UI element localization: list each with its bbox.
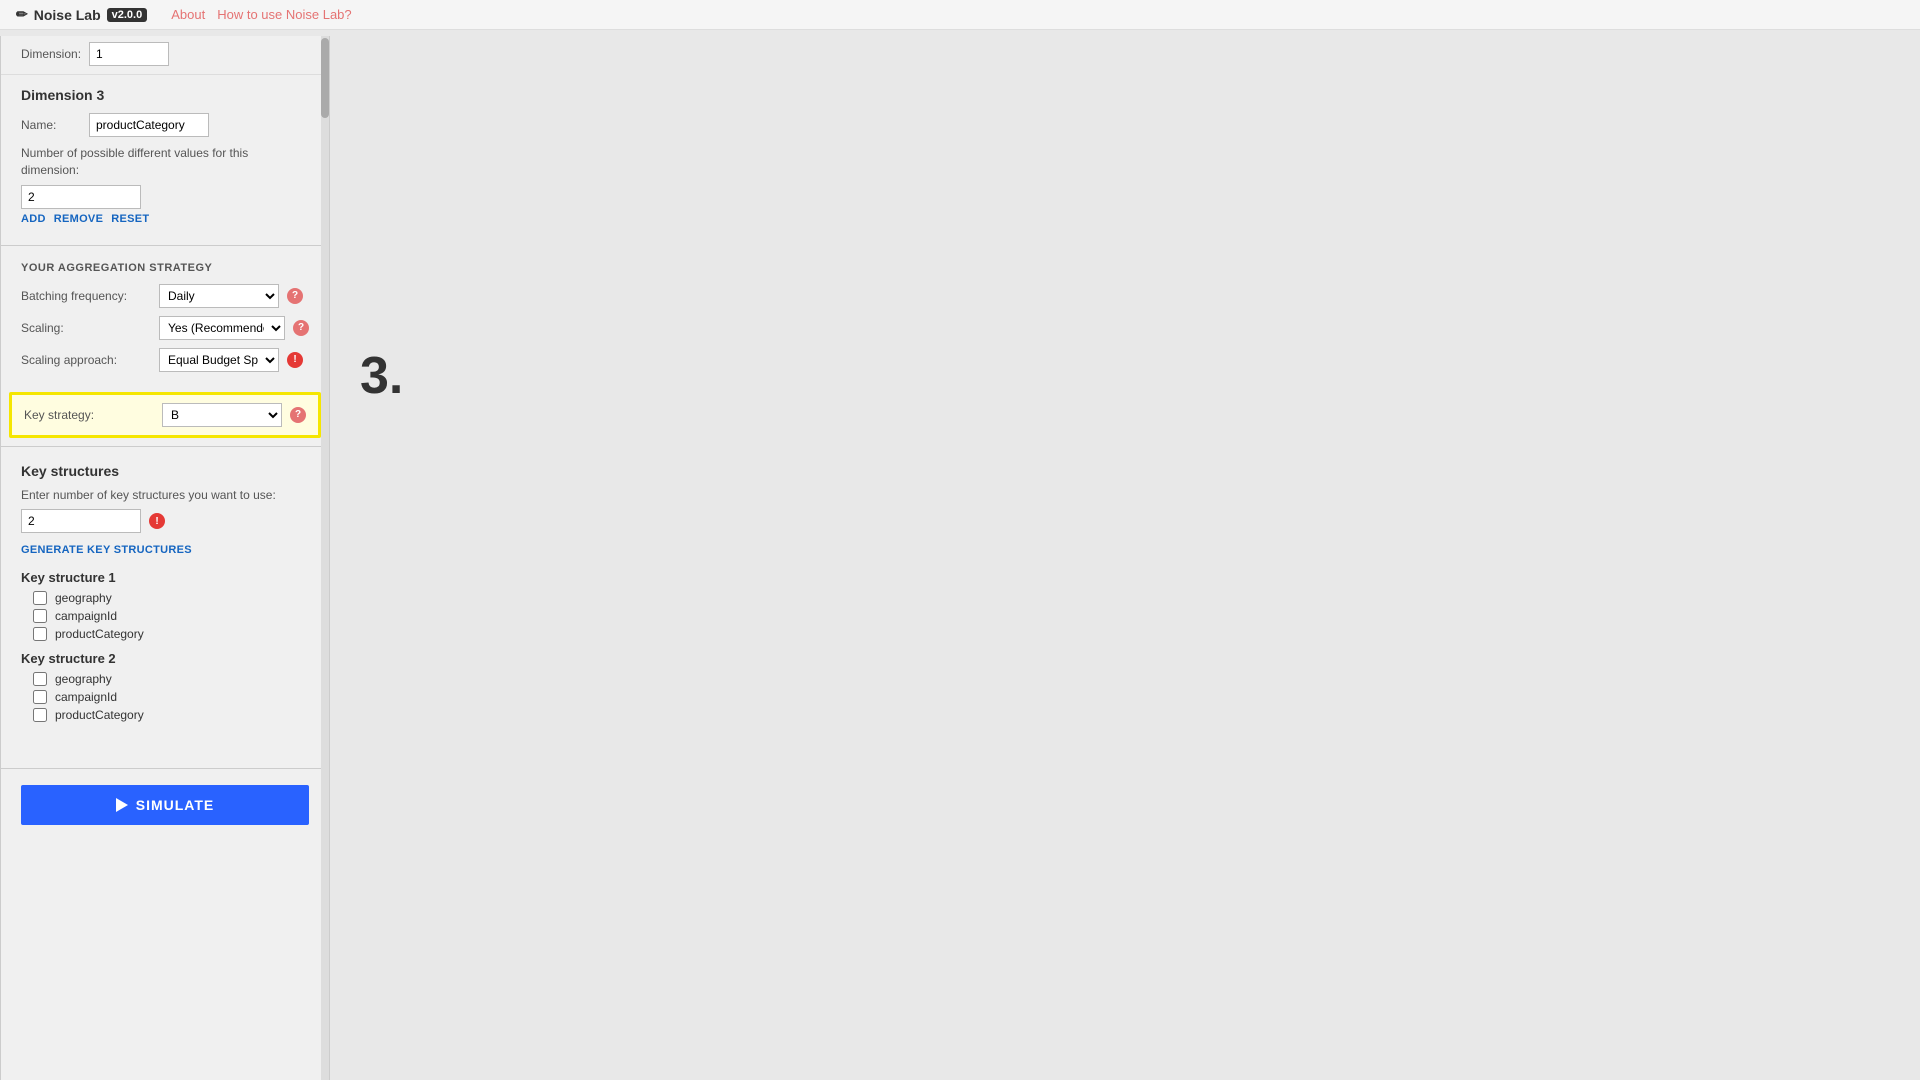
panel-container: Dimension: Dimension 3 Name: Number of p… <box>0 36 330 1080</box>
key-structures-section: Key structures Enter number of key struc… <box>1 451 329 745</box>
remove-button[interactable]: REMOVE <box>54 213 103 225</box>
key-structures-count-row: ! <box>21 509 309 533</box>
right-area: 3. <box>330 36 1920 1080</box>
simulate-button[interactable]: SIMULATE <box>21 785 309 825</box>
scrollbar-track[interactable] <box>321 36 329 1080</box>
dimension3-count-input[interactable] <box>21 185 141 209</box>
dimension-top-input[interactable] <box>89 42 169 66</box>
ks2-productcategory-label: productCategory <box>55 708 144 722</box>
key-structures-count-input[interactable] <box>21 509 141 533</box>
key-structures-count-label: Enter number of key structures you want … <box>21 487 309 504</box>
pencil-icon: ✏ <box>16 6 28 23</box>
scaling-approach-row: Scaling approach: Equal Budget Split Cus… <box>21 348 309 372</box>
dimension3-name-input[interactable] <box>89 113 209 137</box>
scaling-approach-help-icon[interactable]: ! <box>287 352 303 368</box>
reset-button[interactable]: RESET <box>111 213 149 225</box>
batching-help-icon[interactable]: ? <box>287 288 303 304</box>
scaling-help-icon[interactable]: ? <box>293 320 309 336</box>
dimension3-count-block: Number of possible different values for … <box>21 145 309 209</box>
ks2-productcategory-row: productCategory <box>21 708 309 722</box>
key-strategy-select[interactable]: A B C <box>162 403 282 427</box>
key-structures-help-icon[interactable]: ! <box>149 513 165 529</box>
ks1-geography-checkbox[interactable] <box>33 591 47 605</box>
key-structures-count-block: Enter number of key structures you want … <box>21 487 309 534</box>
add-button[interactable]: ADD <box>21 213 46 225</box>
key-structure-1: Key structure 1 geography campaignId pro… <box>21 570 309 641</box>
ks1-productcategory-checkbox[interactable] <box>33 627 47 641</box>
key-strategy-label: Key strategy: <box>24 408 154 422</box>
panel-content: Dimension: Dimension 3 Name: Number of p… <box>1 36 329 857</box>
scaling-approach-select[interactable]: Equal Budget Split Custom <box>159 348 279 372</box>
annotation-3: 3. <box>360 346 403 406</box>
scaling-row: Scaling: Yes (Recommended) No ? <box>21 316 309 340</box>
ks1-campaignid-checkbox[interactable] <box>33 609 47 623</box>
key-strategy-row: Key strategy: A B C ? <box>24 403 306 427</box>
ks1-geography-row: geography <box>21 591 309 605</box>
batching-label: Batching frequency: <box>21 289 151 303</box>
key-structure-1-title: Key structure 1 <box>21 570 309 585</box>
ks1-campaignid-row: campaignId <box>21 609 309 623</box>
play-icon <box>116 798 128 812</box>
divider-3 <box>1 768 329 769</box>
key-structures-title: Key structures <box>21 463 309 479</box>
dimension3-section: Dimension 3 Name: Number of possible dif… <box>1 75 329 241</box>
about-link[interactable]: About <box>171 7 205 22</box>
generate-key-structures-button[interactable]: GENERATE KEY STRUCTURES <box>21 544 192 556</box>
ks1-campaignid-label: campaignId <box>55 609 117 623</box>
scrollbar-thumb[interactable] <box>321 38 329 118</box>
top-truncated-section: Dimension: <box>1 36 329 75</box>
brand: ✏ Noise Lab v2.0.0 <box>16 6 147 23</box>
ks2-productcategory-checkbox[interactable] <box>33 708 47 722</box>
batching-row: Batching frequency: Daily Weekly Monthly… <box>21 284 309 308</box>
nav-links: About How to use Noise Lab? <box>171 7 351 22</box>
divider-1 <box>1 245 329 246</box>
aggregation-heading: YOUR AGGREGATION STRATEGY <box>21 262 309 274</box>
version-badge: v2.0.0 <box>107 8 148 22</box>
ks1-productcategory-row: productCategory <box>21 627 309 641</box>
key-strategy-highlight: Key strategy: A B C ? <box>9 392 321 438</box>
simulate-label: SIMULATE <box>136 797 215 813</box>
scaling-label: Scaling: <box>21 321 151 335</box>
ks2-campaignid-label: campaignId <box>55 690 117 704</box>
scaling-select[interactable]: Yes (Recommended) No <box>159 316 285 340</box>
scaling-approach-label: Scaling approach: <box>21 353 151 367</box>
divider-2 <box>1 446 329 447</box>
ks1-productcategory-label: productCategory <box>55 627 144 641</box>
how-to-link[interactable]: How to use Noise Lab? <box>217 7 351 22</box>
top-nav: ✏ Noise Lab v2.0.0 About How to use Nois… <box>0 0 1920 30</box>
batching-select[interactable]: Daily Weekly Monthly <box>159 284 279 308</box>
main-area: Dimension: Dimension 3 Name: Number of p… <box>0 36 1920 1080</box>
ks2-campaignid-row: campaignId <box>21 690 309 704</box>
ks2-geography-row: geography <box>21 672 309 686</box>
dimension-top-label: Dimension: <box>21 47 81 61</box>
dimension3-title: Dimension 3 <box>21 87 309 103</box>
key-structure-2: Key structure 2 geography campaignId pro… <box>21 651 309 722</box>
aggregation-section: YOUR AGGREGATION STRATEGY Batching frequ… <box>1 250 329 392</box>
ks2-geography-checkbox[interactable] <box>33 672 47 686</box>
dimension3-name-label: Name: <box>21 118 81 132</box>
truncated-field-row: Dimension: <box>21 42 309 66</box>
key-strategy-help-icon[interactable]: ? <box>290 407 306 423</box>
ks1-geography-label: geography <box>55 591 112 605</box>
ks2-campaignid-checkbox[interactable] <box>33 690 47 704</box>
simulate-area: SIMULATE <box>1 773 329 837</box>
dimension3-name-row: Name: <box>21 113 309 137</box>
dimension3-actions: ADD REMOVE RESET <box>21 213 309 225</box>
dimension3-count-label: Number of possible different values for … <box>21 145 309 179</box>
ks2-geography-label: geography <box>55 672 112 686</box>
brand-name: Noise Lab <box>34 7 101 23</box>
key-structure-2-title: Key structure 2 <box>21 651 309 666</box>
